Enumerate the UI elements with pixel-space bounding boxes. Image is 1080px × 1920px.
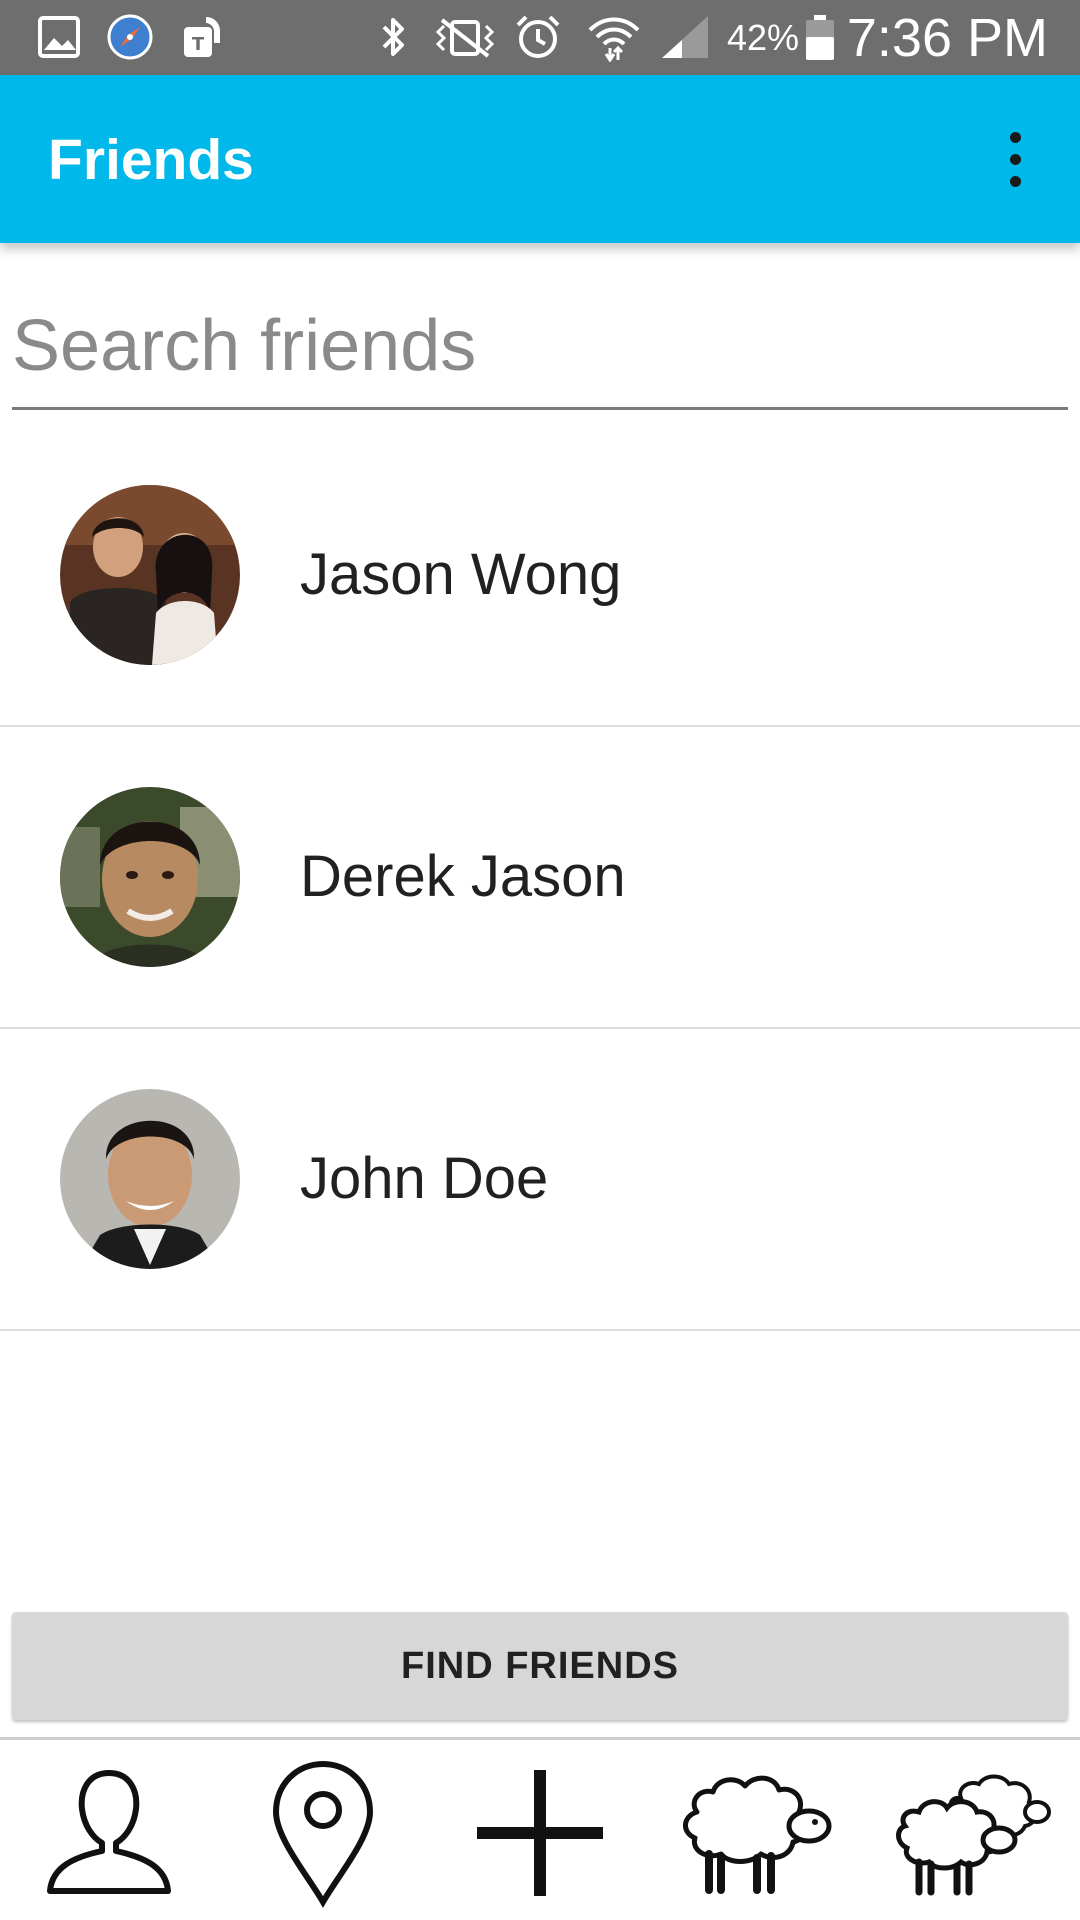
nav-flock-button[interactable] [886, 1760, 1056, 1910]
find-friends-button[interactable]: FIND FRIENDS [12, 1612, 1068, 1720]
status-bar: T 42% 7:36 PM [0, 0, 1080, 75]
friend-row[interactable]: Derek Jason [0, 727, 1080, 1029]
more-vert-icon[interactable] [980, 117, 1050, 201]
find-friends-label: FIND FRIENDS [401, 1644, 679, 1687]
friend-name: Derek Jason [300, 844, 626, 909]
nav-profile-button[interactable] [24, 1760, 194, 1910]
carrier-app-icon: T [178, 14, 226, 60]
friend-name: John Doe [300, 1146, 549, 1211]
wifi-icon [586, 14, 642, 62]
friend-row[interactable]: Jason Wong [0, 425, 1080, 727]
avatar [60, 1089, 240, 1269]
friend-row[interactable]: John Doe [0, 1029, 1080, 1331]
status-time: 7:36 PM [846, 8, 1048, 68]
bottom-nav [0, 1737, 1080, 1920]
gallery-icon [36, 14, 82, 60]
avatar [60, 787, 240, 967]
bluetooth-icon [374, 14, 414, 60]
person-icon [44, 1763, 174, 1908]
nav-add-button[interactable] [455, 1760, 625, 1910]
nav-sheep-button[interactable] [670, 1760, 840, 1910]
friend-name: Jason Wong [300, 542, 622, 607]
sheep-icon [675, 1768, 835, 1903]
vibrate-icon [430, 14, 500, 60]
app-bar: Friends [0, 75, 1080, 243]
battery-icon [804, 14, 836, 60]
plus-icon [475, 1768, 605, 1903]
compass-icon [106, 14, 154, 60]
friend-list: Jason Wong Derek Jason John Doe [0, 425, 1080, 1331]
search-input[interactable] [12, 285, 1068, 410]
location-pin-icon [268, 1758, 378, 1913]
alarm-icon [514, 14, 562, 60]
nav-location-button[interactable] [238, 1760, 408, 1910]
page-title: Friends [48, 128, 254, 192]
sheep-flock-icon [891, 1768, 1051, 1903]
svg-text:T: T [192, 34, 205, 55]
avatar [60, 485, 240, 665]
signal-icon [660, 14, 712, 60]
battery-percent: 42% [727, 17, 800, 58]
